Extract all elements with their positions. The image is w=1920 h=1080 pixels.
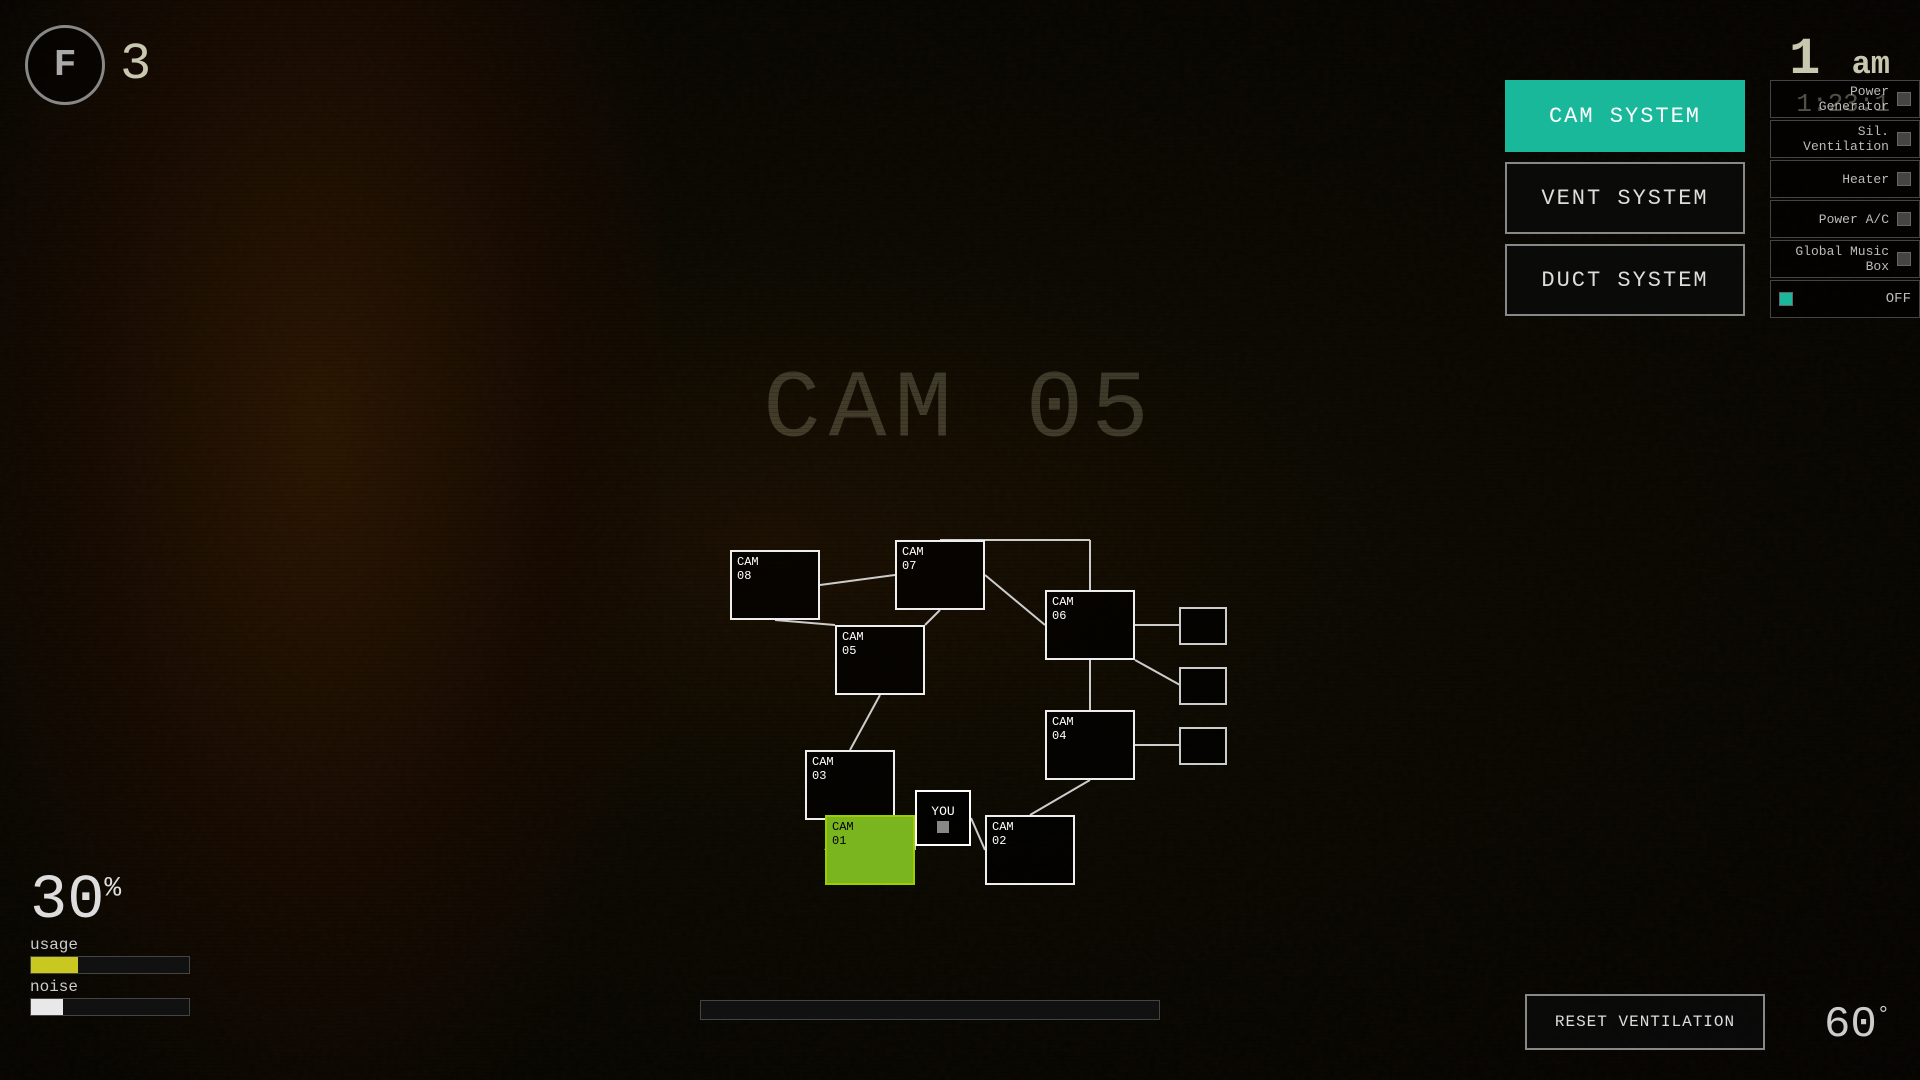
you-label: YOU [931, 804, 954, 819]
cam-node-you[interactable]: YOU [915, 790, 971, 846]
temp-value: 60 [1824, 1000, 1877, 1050]
status-indicator [1897, 252, 1911, 266]
cam-connector-line [1030, 780, 1090, 815]
cam-label: CAM 02 [992, 820, 1014, 849]
status-label: Power A/C [1819, 212, 1889, 227]
frequency-bar [700, 1000, 1160, 1020]
you-dot [937, 821, 949, 833]
cam-node-cam05[interactable]: CAM 05 [835, 625, 925, 695]
cam-node-cam03[interactable]: CAM 03 [805, 750, 895, 820]
cam-node-cam04[interactable]: CAM 04 [1045, 710, 1135, 780]
cam-label: CAM 06 [1052, 595, 1074, 624]
noise-label: noise [30, 978, 190, 996]
reset-ventilation-button[interactable]: RESET VENTILATION [1525, 994, 1765, 1050]
usage-bar-track [30, 956, 190, 974]
time-period: am [1852, 46, 1890, 83]
camera-map: CAM 08 CAM 07 CAM 06 CAM 05 CAM 03 CAM 04 CAM … [650, 520, 1230, 1000]
night-number: 3 [120, 35, 151, 94]
usage-label: usage [30, 936, 190, 954]
status-indicator [1897, 92, 1911, 106]
cam-connector-line [985, 575, 1045, 625]
usage-bar-container: usage noise [30, 936, 190, 1016]
status-indicator [1897, 212, 1911, 226]
cam-label: CAM 05 [842, 630, 864, 659]
control-panel: CAM SYSTEM VENT SYSTEM DUCT SYSTEM [1505, 80, 1765, 316]
cam-system-button[interactable]: CAM SYSTEM [1505, 80, 1745, 152]
noise-bar-track [30, 998, 190, 1016]
cam-node-cam06[interactable]: CAM 06 [1045, 590, 1135, 660]
status-label: Heater [1842, 172, 1889, 187]
power-percent-display: 30% [30, 870, 190, 932]
cam-label: CAM 01 [832, 820, 854, 849]
status-item-global-music-box[interactable]: Global Music Box [1770, 240, 1920, 278]
cam-extra-box [1180, 728, 1226, 764]
temp-symbol: ° [1877, 1002, 1890, 1027]
duct-system-button[interactable]: DUCT SYSTEM [1505, 244, 1745, 316]
off-indicator [1779, 292, 1793, 306]
cam-extra-box [1180, 668, 1226, 704]
cam-connector-line [971, 818, 985, 850]
cam-node-cam08[interactable]: CAM 08 [730, 550, 820, 620]
status-off-toggle[interactable]: OFF [1770, 280, 1920, 318]
power-symbol: % [104, 873, 121, 904]
cam-connector-line [925, 610, 940, 625]
temperature-display: 60° [1824, 1000, 1890, 1050]
badge-f: F [25, 25, 105, 105]
status-item-heater[interactable]: Heater [1770, 160, 1920, 198]
cam-label: CAM 03 [812, 755, 834, 784]
status-label: Global Music Box [1779, 244, 1889, 274]
cam-connector-line [820, 575, 895, 585]
vent-system-button[interactable]: VENT SYSTEM [1505, 162, 1745, 234]
status-label: Power Generator [1779, 84, 1889, 114]
status-label: Sil. Ventilation [1779, 124, 1889, 154]
cam-label: CAM 04 [1052, 715, 1074, 744]
cam-label: CAM 08 [737, 555, 759, 584]
cam-extra-box [1180, 608, 1226, 644]
status-item-sil.-ventilation[interactable]: Sil. Ventilation [1770, 120, 1920, 158]
power-stats: 30% usage noise [30, 870, 190, 1020]
usage-bar-fill [31, 957, 78, 973]
badge-letter: F [54, 44, 77, 87]
cam-connector-line [850, 695, 880, 750]
off-label: OFF [1886, 291, 1911, 307]
power-percent-value: 30 [30, 865, 104, 936]
cam-label: CAM 07 [902, 545, 924, 574]
status-panel: Power Generator Sil. Ventilation Heater … [1770, 80, 1920, 318]
cam-node-cam01[interactable]: CAM 01 [825, 815, 915, 885]
status-indicator [1897, 132, 1911, 146]
status-item-power-a/c[interactable]: Power A/C [1770, 200, 1920, 238]
status-indicator [1897, 172, 1911, 186]
cam-connector-line [1135, 660, 1180, 685]
cam-node-cam02[interactable]: CAM 02 [985, 815, 1075, 885]
cam-node-cam07[interactable]: CAM 07 [895, 540, 985, 610]
noise-bar-fill [31, 999, 63, 1015]
status-item-power-generator[interactable]: Power Generator [1770, 80, 1920, 118]
cam-connector-line [775, 620, 835, 625]
